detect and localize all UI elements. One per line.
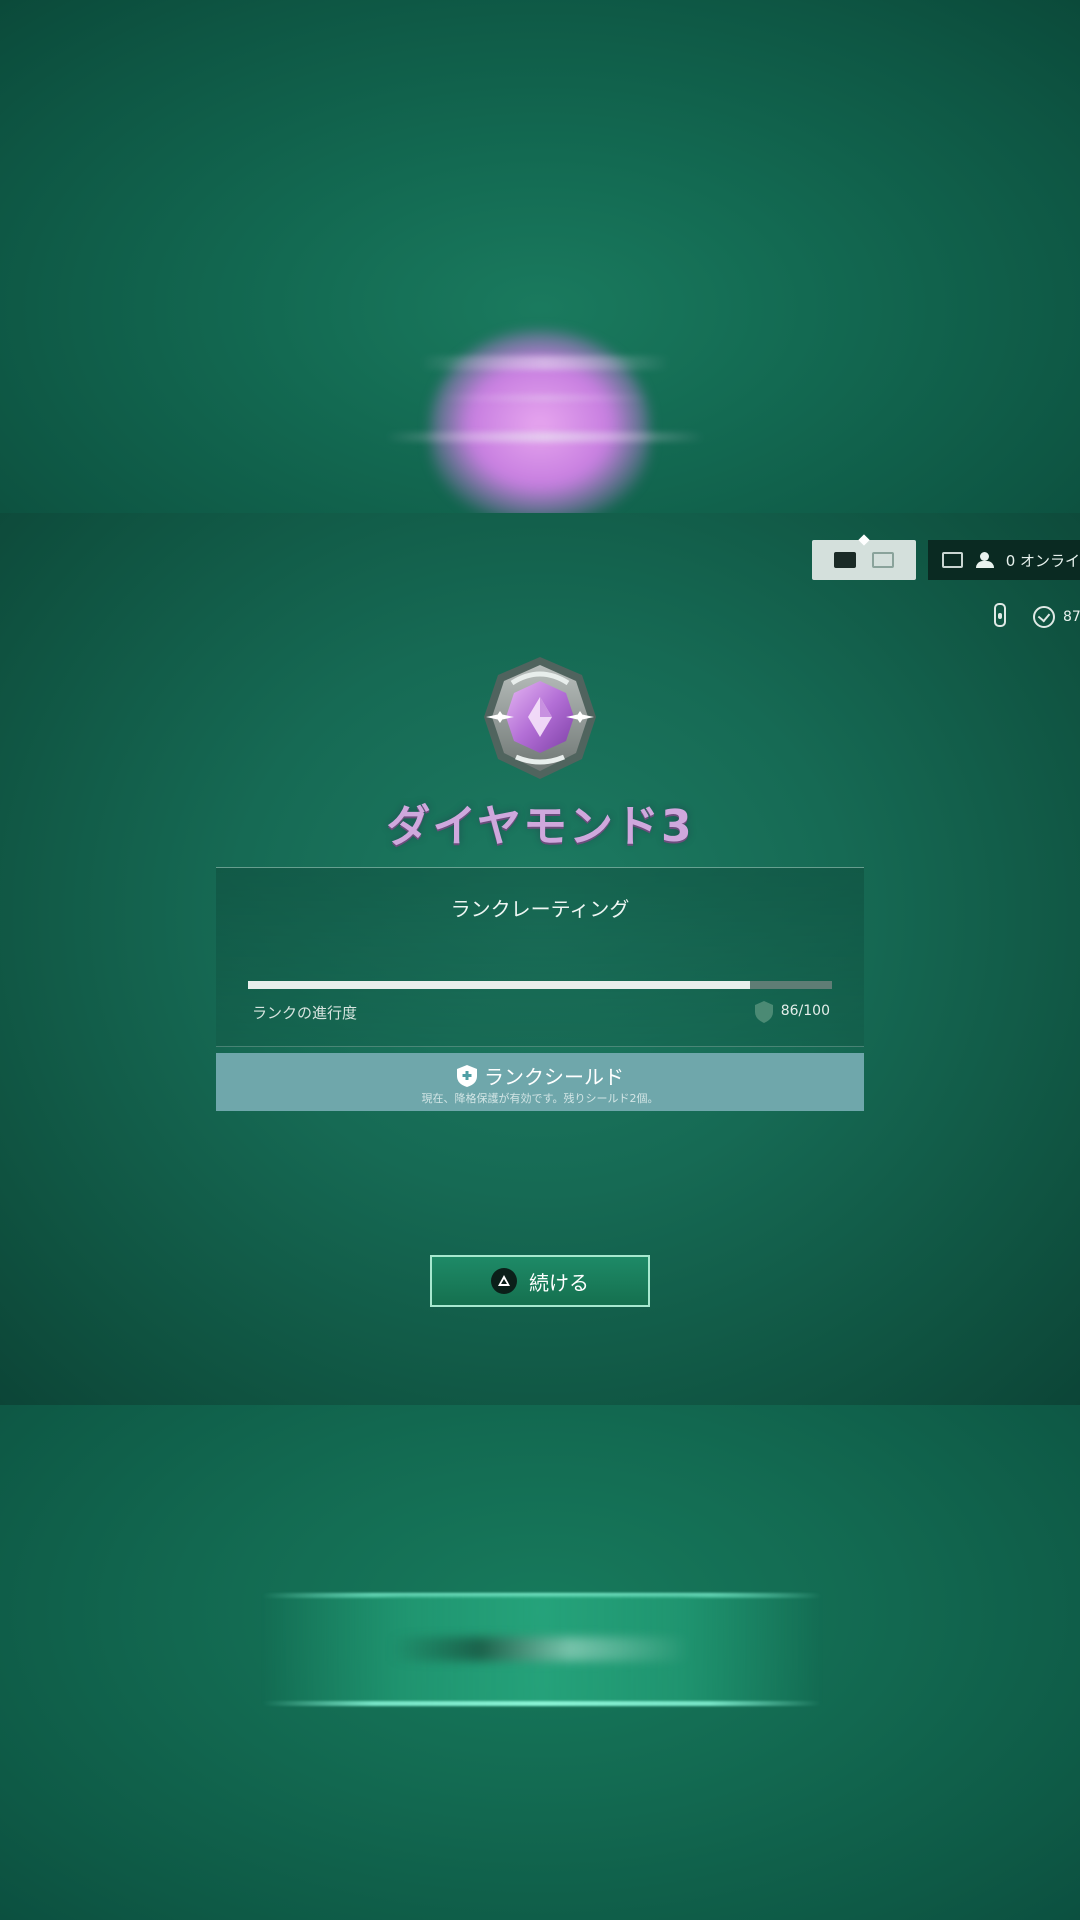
rank-shield-title: ランクシールド <box>484 1065 624 1089</box>
rank-shield-bar: ランクシールド 現在、降格保護が有効です。残りシールド2個。 <box>216 1053 864 1111</box>
social-panel[interactable]: 0 オンライ <box>928 540 1080 580</box>
rank-name: ダイヤモンド3 <box>386 801 694 852</box>
online-count: 0 オンライ <box>1005 551 1080 570</box>
motion-streak <box>420 356 670 370</box>
rank-progress-label: ランクの進行度 <box>252 1004 358 1022</box>
diamond-rank-emblem-icon <box>484 657 596 779</box>
account-level-badge: 87 <box>1033 606 1080 628</box>
motion-streak <box>385 432 705 442</box>
triangle-button-icon <box>491 1268 517 1294</box>
rank-progress-value: 86/100 <box>780 1003 830 1019</box>
shield-icon <box>755 1001 773 1023</box>
rank-shield-header: ランクシールド <box>216 1061 864 1090</box>
rank-result-screen: 0 オンライ 87 ダイヤモンド3 ランクレーティング ランクの進行度 86/1… <box>0 513 1080 1405</box>
rank-shield-description: 現在、降格保護が有効です。残りシールド2個。 <box>421 1092 659 1105</box>
blurred-transition-bottom <box>0 1405 1080 1920</box>
shield-plus-icon <box>457 1064 477 1087</box>
rank-rating-title: ランクレーティング <box>450 897 630 921</box>
blurred-transition-top <box>0 0 1080 513</box>
microphone-icon[interactable] <box>994 603 1006 627</box>
selection-notch <box>858 534 870 546</box>
account-level: 87 <box>1063 609 1080 625</box>
rank-progress-bar <box>248 981 832 989</box>
motion-streak <box>262 1701 822 1706</box>
motion-streak <box>440 395 650 401</box>
friends-icon <box>975 552 994 568</box>
continue-button[interactable]: 続ける <box>430 1255 650 1307</box>
continue-button-label: 続ける <box>529 1270 589 1295</box>
rank-rating-panel: ランクレーティング ランクの進行度 86/100 <box>216 867 864 1047</box>
motion-streak <box>390 1637 690 1661</box>
store-icon <box>834 552 856 568</box>
level-icon <box>1033 606 1055 628</box>
store-tab-button[interactable] <box>812 534 916 580</box>
gallery-icon <box>872 552 894 568</box>
rank-progress-fill <box>248 981 751 989</box>
inbox-icon <box>942 552 963 568</box>
